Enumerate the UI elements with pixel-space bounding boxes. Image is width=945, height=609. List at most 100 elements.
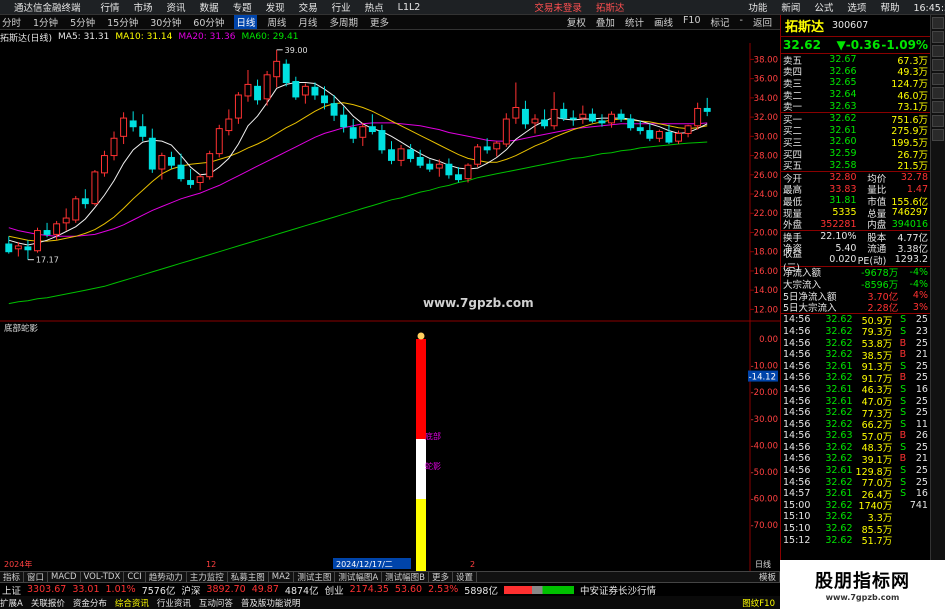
candle-body bbox=[388, 149, 395, 161]
cell: 155.6亿 bbox=[891, 196, 929, 208]
period-tab[interactable]: 周线 bbox=[265, 15, 288, 29]
tick-row[interactable]: 15:12 32.62 51.7万 bbox=[781, 534, 930, 548]
footer-f10[interactable]: 图纹F10 bbox=[742, 597, 775, 609]
price-change: ▼-0.36 bbox=[836, 38, 881, 52]
footer-tab[interactable]: 普及版功能说明 bbox=[241, 597, 301, 609]
menu-item-data[interactable]: 数据 bbox=[200, 0, 219, 14]
minimize-button[interactable]: - bbox=[738, 15, 745, 29]
menu-help[interactable]: 帮助 bbox=[880, 0, 899, 14]
indicator-tab[interactable]: MACD bbox=[48, 572, 81, 582]
flow-row[interactable]: 5日大宗流入 2.28亿 3% bbox=[781, 301, 930, 315]
period-tab[interactable]: 分时 bbox=[0, 15, 23, 29]
menu-item-market[interactable]: 市场 bbox=[134, 0, 153, 14]
date-badge: 2024/12/17/二 bbox=[336, 560, 393, 569]
side-button[interactable] bbox=[932, 101, 944, 113]
side-button[interactable] bbox=[932, 45, 944, 57]
overlay-button[interactable]: 叠加 bbox=[594, 15, 617, 29]
side-button[interactable] bbox=[932, 59, 944, 71]
stat-row[interactable]: 外盘 352281 内盘 394016 bbox=[781, 218, 930, 232]
footer-tab[interactable]: 资金分布 bbox=[73, 597, 107, 609]
cy-change: 53.60 bbox=[394, 584, 423, 595]
period-tab[interactable]: 多周期 bbox=[327, 15, 360, 29]
menu-item-news[interactable]: 资讯 bbox=[167, 0, 186, 14]
current-value-label: -14.12 bbox=[749, 373, 776, 383]
menu-item-hot[interactable]: 热点 bbox=[365, 0, 384, 14]
period-tab[interactable]: 月线 bbox=[296, 15, 319, 29]
cell: 11 bbox=[915, 418, 928, 430]
cell: 32.62 bbox=[825, 499, 853, 511]
cell: S bbox=[900, 395, 907, 407]
cell: 25 bbox=[915, 441, 928, 453]
indicator-tab[interactable]: VOL-TDX bbox=[81, 572, 125, 582]
cell: 15:10 bbox=[783, 523, 811, 535]
period-tab[interactable]: 更多 bbox=[368, 15, 391, 29]
login-notice[interactable]: 交易未登录 bbox=[534, 0, 582, 14]
candle-body bbox=[694, 107, 702, 127]
cell: 746297 bbox=[891, 207, 929, 219]
candle-body bbox=[196, 176, 204, 183]
candle-body bbox=[646, 130, 654, 139]
cell: 32.65 bbox=[829, 77, 857, 89]
cell: 5335 bbox=[832, 207, 857, 219]
candle-body bbox=[426, 163, 434, 170]
period-tab[interactable]: 5分钟 bbox=[68, 15, 97, 29]
menu-function[interactable]: 功能 bbox=[748, 0, 767, 14]
candle-body bbox=[569, 117, 577, 120]
ma5-label: MA5: 31.31 bbox=[58, 32, 110, 42]
draw-button[interactable]: 画线 bbox=[652, 15, 675, 29]
menu-formula[interactable]: 公式 bbox=[814, 0, 833, 14]
menu-item-discover[interactable]: 发现 bbox=[266, 0, 285, 14]
sz-label[interactable]: 沪深 bbox=[181, 583, 200, 597]
footer-tab[interactable]: 互动问答 bbox=[199, 597, 233, 609]
candle-body bbox=[397, 148, 405, 161]
mark-button[interactable]: 标记 bbox=[709, 15, 732, 29]
side-scrollbar[interactable] bbox=[930, 15, 945, 609]
menu-news[interactable]: 新闻 bbox=[781, 0, 800, 14]
stats-button[interactable]: 统计 bbox=[623, 15, 646, 29]
cell: 32.61 bbox=[825, 488, 853, 500]
cell: 25 bbox=[915, 360, 928, 372]
adjust-button[interactable]: 复权 bbox=[565, 15, 588, 29]
menu-item-trade[interactable]: 交易 bbox=[299, 0, 318, 14]
footer-tab[interactable]: 关联报价 bbox=[31, 597, 65, 609]
candle-body bbox=[5, 243, 13, 253]
footer-tab[interactable]: 行业资讯 bbox=[157, 597, 191, 609]
menu-options[interactable]: 选项 bbox=[847, 0, 866, 14]
sh-label[interactable]: 上证 bbox=[2, 583, 21, 597]
menu-item-topic[interactable]: 专题 bbox=[233, 0, 252, 14]
indicator-tab[interactable]: MA2 bbox=[269, 572, 295, 582]
cy-label[interactable]: 创业 bbox=[325, 583, 344, 597]
clock: 16:45:36 周五 bbox=[913, 3, 945, 14]
f10-button[interactable]: F10 bbox=[681, 15, 703, 29]
side-button[interactable] bbox=[932, 17, 944, 29]
menu-item-industry[interactable]: 行业 bbox=[332, 0, 351, 14]
side-button[interactable] bbox=[932, 31, 944, 43]
menu-item-l1l2[interactable]: L1L2 bbox=[398, 2, 421, 13]
footer-ext[interactable]: 扩展A bbox=[0, 597, 23, 609]
period-tab[interactable]: 60分钟 bbox=[191, 15, 226, 29]
side-button[interactable] bbox=[932, 73, 944, 85]
back-button[interactable]: 返回 bbox=[751, 15, 774, 29]
bid-row[interactable]: 买五 32.58 21.5万 bbox=[781, 159, 930, 173]
indicator-tab[interactable]: CCI bbox=[124, 572, 146, 582]
menu-item-quote[interactable]: 行情 bbox=[101, 0, 120, 14]
candle-body bbox=[445, 163, 453, 176]
side-button[interactable] bbox=[932, 129, 944, 141]
cell: 32.62 bbox=[825, 314, 853, 326]
kline-chart[interactable]: 底部蛇影 0.00 -10.00 -20.00 -30.00 -40.00 -50.00 -6… bbox=[0, 43, 780, 571]
side-button[interactable] bbox=[932, 87, 944, 99]
ask-row[interactable]: 卖一 32.63 73.1万 bbox=[781, 100, 930, 114]
footer-tab[interactable]: 综合资讯 bbox=[115, 597, 149, 609]
side-button[interactable] bbox=[932, 115, 944, 127]
candle-body bbox=[531, 118, 539, 124]
ma60-label: MA60: 29.41 bbox=[241, 32, 299, 42]
period-tab-active[interactable]: 日线 bbox=[234, 15, 258, 29]
cell: 14:56 bbox=[783, 372, 811, 384]
period-tab[interactable]: 1分钟 bbox=[31, 15, 60, 29]
cell: -4% bbox=[909, 278, 929, 290]
period-tab[interactable]: 15分钟 bbox=[105, 15, 140, 29]
cell: 25 bbox=[915, 395, 928, 407]
stat-row[interactable]: 收益(三) 0.020 PE(动) 1293.2 bbox=[781, 249, 930, 274]
cell: S bbox=[900, 383, 907, 395]
period-tab[interactable]: 30分钟 bbox=[148, 15, 183, 29]
